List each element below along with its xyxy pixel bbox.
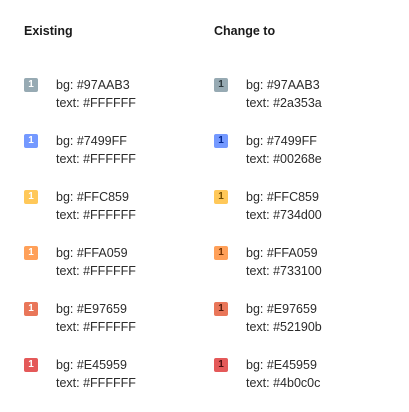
existing-color-row: 1 bg: #FFA059 text: #FFFFFF xyxy=(24,244,204,280)
color-label: bg: #E45959 text: #FFFFFF xyxy=(56,356,136,392)
existing-color-row: 1 bg: #E45959 text: #FFFFFF xyxy=(24,356,204,392)
color-label: bg: #E97659 text: #FFFFFF xyxy=(56,300,136,336)
bg-color-text: bg: #7499FF xyxy=(56,134,127,148)
text-color-text: text: #2a353a xyxy=(246,96,322,110)
count-badge: 1 xyxy=(24,358,38,372)
text-color-text: text: #FFFFFF xyxy=(56,376,136,390)
count-badge: 1 xyxy=(24,302,38,316)
change-to-color-row: 1 bg: #7499FF text: #00268e xyxy=(214,132,394,168)
text-color-text: text: #FFFFFF xyxy=(56,208,136,222)
count-badge: 1 xyxy=(214,134,228,148)
count-badge: 1 xyxy=(214,358,228,372)
bg-color-text: bg: #FFA059 xyxy=(56,246,128,260)
bg-color-text: bg: #FFA059 xyxy=(246,246,318,260)
change-to-color-row: 1 bg: #FFA059 text: #733100 xyxy=(214,244,394,280)
count-badge: 1 xyxy=(214,246,228,260)
color-label: bg: #7499FF text: #FFFFFF xyxy=(56,132,136,168)
text-color-text: text: #00268e xyxy=(246,152,322,166)
color-label: bg: #FFC859 text: #FFFFFF xyxy=(56,188,136,224)
text-color-text: text: #52190b xyxy=(246,320,322,334)
text-color-text: text: #734d00 xyxy=(246,208,322,222)
bg-color-text: bg: #E97659 xyxy=(56,302,127,316)
existing-color-row: 1 bg: #FFC859 text: #FFFFFF xyxy=(24,188,204,224)
count-badge: 1 xyxy=(214,302,228,316)
bg-color-text: bg: #E45959 xyxy=(246,358,317,372)
color-label: bg: #E97659 text: #52190b xyxy=(246,300,322,336)
color-label: bg: #FFA059 text: #733100 xyxy=(246,244,322,280)
existing-heading: Existing xyxy=(24,24,73,38)
text-color-text: text: #FFFFFF xyxy=(56,152,136,166)
count-badge: 1 xyxy=(214,78,228,92)
bg-color-text: bg: #E97659 xyxy=(246,302,317,316)
change-to-color-row: 1 bg: #E97659 text: #52190b xyxy=(214,300,394,336)
bg-color-text: bg: #7499FF xyxy=(246,134,317,148)
color-label: bg: #FFC859 text: #734d00 xyxy=(246,188,322,224)
color-label: bg: #97AAB3 text: #2a353a xyxy=(246,76,322,112)
bg-color-text: bg: #FFC859 xyxy=(56,190,129,204)
bg-color-text: bg: #97AAB3 xyxy=(246,78,320,92)
change-to-color-row: 1 bg: #FFC859 text: #734d00 xyxy=(214,188,394,224)
count-badge: 1 xyxy=(24,134,38,148)
change-to-color-row: 1 bg: #97AAB3 text: #2a353a xyxy=(214,76,394,112)
text-color-text: text: #FFFFFF xyxy=(56,320,136,334)
color-label: bg: #97AAB3 text: #FFFFFF xyxy=(56,76,136,112)
color-label: bg: #E45959 text: #4b0c0c xyxy=(246,356,320,392)
text-color-text: text: #733100 xyxy=(246,264,322,278)
color-label: bg: #7499FF text: #00268e xyxy=(246,132,322,168)
existing-color-row: 1 bg: #97AAB3 text: #FFFFFF xyxy=(24,76,204,112)
existing-color-row: 1 bg: #E97659 text: #FFFFFF xyxy=(24,300,204,336)
existing-color-row: 1 bg: #7499FF text: #FFFFFF xyxy=(24,132,204,168)
change-to-heading: Change to xyxy=(214,24,276,38)
bg-color-text: bg: #FFC859 xyxy=(246,190,319,204)
text-color-text: text: #4b0c0c xyxy=(246,376,321,390)
color-label: bg: #FFA059 text: #FFFFFF xyxy=(56,244,136,280)
bg-color-text: bg: #E45959 xyxy=(56,358,127,372)
count-badge: 1 xyxy=(24,78,38,92)
bg-color-text: bg: #97AAB3 xyxy=(56,78,130,92)
count-badge: 1 xyxy=(24,190,38,204)
count-badge: 1 xyxy=(214,190,228,204)
text-color-text: text: #FFFFFF xyxy=(56,264,136,278)
count-badge: 1 xyxy=(24,246,38,260)
text-color-text: text: #FFFFFF xyxy=(56,96,136,110)
change-to-color-row: 1 bg: #E45959 text: #4b0c0c xyxy=(214,356,394,392)
